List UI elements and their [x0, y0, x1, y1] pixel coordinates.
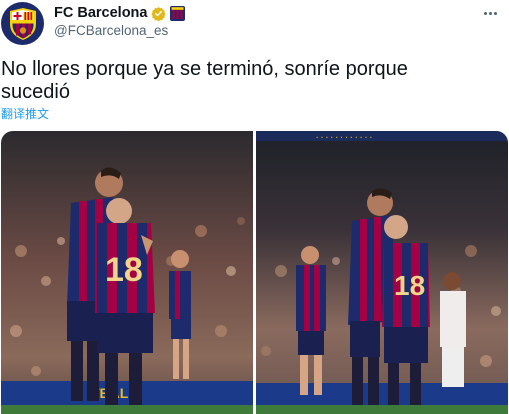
affiliation-badge-icon[interactable]: [170, 5, 186, 21]
tweet-text: No llores porque ya se terminó, sonríe p…: [1, 58, 408, 103]
jersey-number: 18: [394, 270, 425, 301]
author-handle[interactable]: @FCBarcelona_es: [54, 23, 168, 38]
more-options-icon[interactable]: [479, 4, 501, 22]
svg-text:· · · · · · · · · · · ·: · · · · · · · · · · · ·: [316, 133, 372, 142]
avatar[interactable]: [1, 2, 44, 45]
barcelona-crest-icon: [9, 7, 36, 40]
jersey-number: 18: [105, 251, 143, 289]
photo-left[interactable]: TBALL: [1, 131, 253, 414]
author-name-row: FC Barcelona: [54, 4, 186, 22]
photo-right[interactable]: · · · · · · · · · · · · 18: [256, 131, 508, 414]
players-embrace-photo: TBALL: [1, 131, 253, 414]
translate-tweet-link[interactable]: 翻译推文: [1, 105, 49, 122]
media-grid: TBALL: [1, 131, 508, 414]
players-embrace-photo: · · · · · · · · · · · · 18: [256, 131, 508, 414]
verified-badge-icon[interactable]: [151, 6, 167, 21]
display-name[interactable]: FC Barcelona: [54, 5, 147, 21]
tweet-card[interactable]: FC Barcelona @FCBarcelona_es No llores p…: [0, 0, 509, 414]
